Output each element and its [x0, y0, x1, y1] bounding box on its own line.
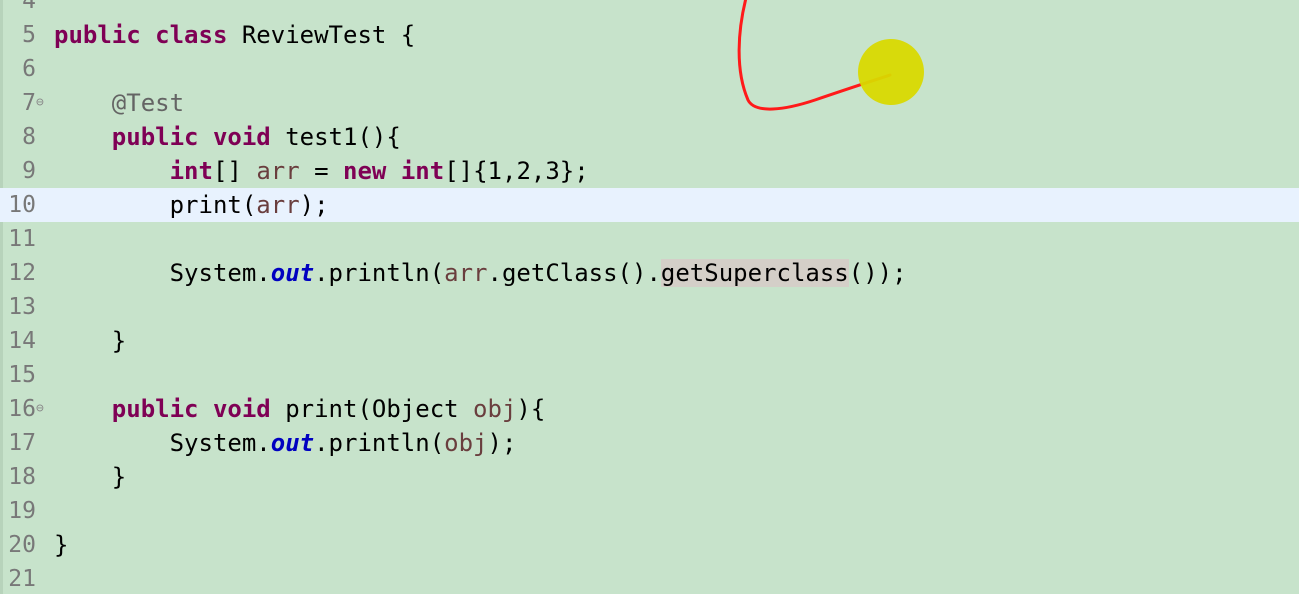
line-number: 18: [8, 464, 36, 490]
code-token: public: [111, 123, 199, 151]
code-token: obj: [473, 395, 517, 423]
code-token: void: [212, 395, 271, 423]
code-token: );: [299, 191, 329, 219]
code-token: ());: [848, 259, 907, 287]
line-number: 15: [8, 362, 36, 388]
line-number: 8: [22, 124, 36, 150]
code-line[interactable]: 16 ⊖ public void print(Object obj){: [0, 392, 1299, 426]
code-line[interactable]: 21: [0, 562, 1299, 594]
code-token: ReviewTest {: [227, 21, 416, 49]
code-token: .println(: [314, 429, 445, 457]
code-token: =: [299, 157, 344, 185]
code-token: print(Object: [270, 395, 474, 423]
code-token: @Test: [111, 89, 185, 117]
line-number: 19: [8, 498, 36, 524]
code-token: }: [54, 531, 69, 559]
code-text: public void print(Object obj){: [54, 392, 546, 426]
code-line[interactable]: 14 }: [0, 324, 1299, 358]
line-number: 21: [8, 566, 36, 592]
code-token: }: [54, 463, 127, 491]
fold-toggle-icon[interactable]: ⊖: [36, 392, 48, 426]
line-number: 4: [22, 0, 36, 14]
code-token: new: [343, 157, 387, 185]
code-line[interactable]: 10 print(arr);: [0, 188, 1299, 222]
code-line[interactable]: 20}: [0, 528, 1299, 562]
code-text: @Test: [54, 86, 184, 120]
code-token: arr: [444, 259, 488, 287]
line-number: 11: [8, 226, 36, 252]
code-token: System.: [54, 429, 271, 457]
code-token: arr: [256, 157, 300, 185]
code-token: int: [400, 157, 445, 185]
line-number: 12: [8, 260, 36, 286]
code-text: System.out.println(arr.getClass().getSup…: [54, 256, 907, 290]
code-text: }: [54, 324, 126, 358]
code-token: public: [111, 395, 199, 423]
code-token: }: [54, 327, 127, 355]
code-line[interactable]: 7 ⊖ @Test: [0, 86, 1299, 120]
code-token: test1(){: [270, 123, 401, 151]
code-token: obj: [444, 429, 488, 457]
code-line[interactable]: 12 System.out.println(arr.getClass().get…: [0, 256, 1299, 290]
code-line[interactable]: 19: [0, 494, 1299, 528]
code-text: }: [54, 460, 126, 494]
line-number: 16: [8, 396, 36, 422]
code-editor[interactable]: 4 5 public class ReviewTest {6 7 ⊖ @Test 8 pu…: [0, 0, 1299, 594]
code-token: .getClass().: [487, 259, 661, 287]
code-text: print(arr);: [54, 188, 329, 222]
code-token: []{1,2,3};: [444, 157, 589, 185]
code-line[interactable]: 18 }: [0, 460, 1299, 494]
code-text: System.out.println(obj);: [54, 426, 517, 460]
line-number: 7: [22, 90, 36, 116]
code-text: public void test1(){: [54, 120, 401, 154]
code-token: getSuperclass: [660, 259, 849, 287]
code-line[interactable]: 4: [0, 0, 1299, 18]
line-number: 5: [22, 22, 36, 48]
code-text: int[] arr = new int[]{1,2,3};: [54, 154, 589, 188]
code-line[interactable]: 6: [0, 52, 1299, 86]
line-number: 20: [8, 532, 36, 558]
line-number: 10: [8, 192, 36, 218]
code-token: );: [487, 429, 517, 457]
code-token: arr: [256, 191, 300, 219]
line-number: 6: [22, 56, 36, 82]
code-token: .println(: [314, 259, 445, 287]
code-line[interactable]: 9 int[] arr = new int[]{1,2,3};: [0, 154, 1299, 188]
code-token: class: [155, 21, 228, 49]
code-token: print(: [54, 191, 257, 219]
code-token: ){: [516, 395, 546, 423]
fold-toggle-icon[interactable]: ⊖: [36, 86, 48, 120]
code-token: public: [54, 21, 141, 49]
code-line[interactable]: 11: [0, 222, 1299, 256]
code-line[interactable]: 17 System.out.println(obj);: [0, 426, 1299, 460]
code-line[interactable]: 15: [0, 358, 1299, 392]
code-text: }: [54, 528, 68, 562]
code-token: out: [270, 259, 315, 287]
code-token: out: [270, 429, 315, 457]
line-number: 14: [8, 328, 36, 354]
code-token: System.: [54, 259, 271, 287]
code-line[interactable]: 8 public void test1(){: [0, 120, 1299, 154]
code-token: int: [169, 157, 213, 185]
line-number: 17: [8, 430, 36, 456]
code-token: []: [212, 157, 257, 185]
code-text: public class ReviewTest {: [54, 18, 415, 52]
line-number: 9: [22, 158, 36, 184]
code-line[interactable]: 5 public class ReviewTest {: [0, 18, 1299, 52]
code-line[interactable]: 13: [0, 290, 1299, 324]
code-token: void: [212, 123, 271, 151]
line-number: 13: [8, 294, 36, 320]
